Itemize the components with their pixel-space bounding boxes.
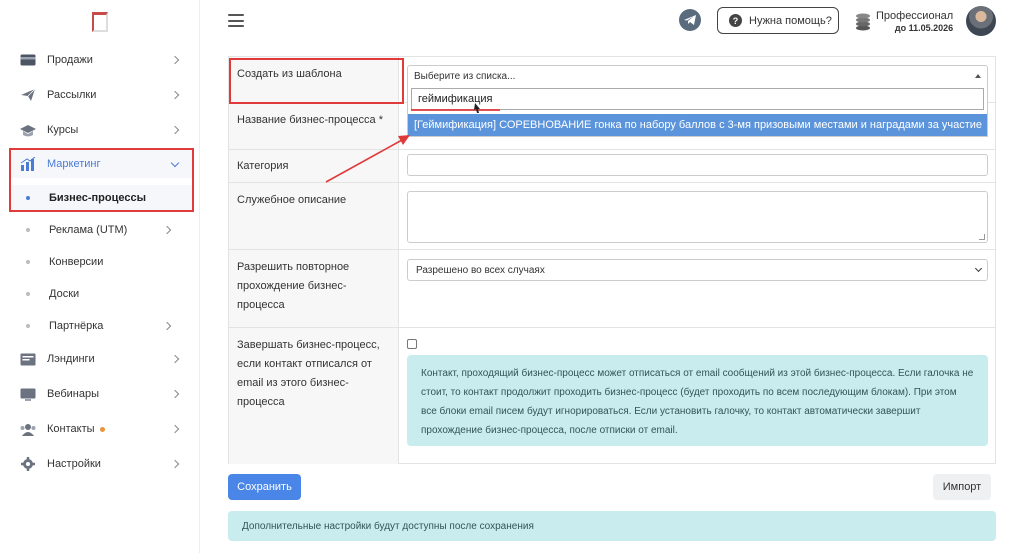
form-row-repeat: Разрешить повторное прохождение бизнес-п…: [229, 250, 995, 328]
sidebar-subitem-conversions[interactable]: Конверсии: [10, 249, 192, 275]
finish-checkbox[interactable]: [407, 339, 417, 349]
telegram-icon[interactable]: [679, 9, 701, 31]
chevron-right-icon: [170, 389, 180, 399]
sidebar-item-courses[interactable]: Курсы: [10, 116, 192, 144]
annotation-highlight-template: [229, 58, 404, 104]
sidebar: Продажи Рассылки Курсы Маркетинг Бизнес-…: [0, 0, 200, 553]
coins-icon: [856, 13, 870, 31]
template-select[interactable]: Выберите из списка...: [407, 65, 988, 87]
sidebar-item-label: Вебинары: [47, 388, 99, 400]
template-option[interactable]: [Геймификация] СОРЕВНОВАНИЕ гонка по наб…: [408, 114, 987, 136]
gear-icon: [20, 457, 36, 471]
sidebar-item-sales[interactable]: Продажи: [10, 46, 192, 74]
chevron-right-icon: [162, 321, 172, 331]
sidebar-item-settings[interactable]: Настройки: [10, 450, 192, 478]
landing-icon: [20, 352, 36, 366]
info-notice: Дополнительные настройки будут доступны …: [228, 511, 996, 541]
template-dropdown: геймификация [Геймификация] СОРЕВНОВАНИЕ…: [407, 85, 988, 137]
name-label: Название бизнес-процесса *: [237, 114, 383, 126]
import-button[interactable]: Импорт: [933, 474, 991, 500]
category-input[interactable]: [407, 154, 988, 176]
form-row-description: Служебное описание: [229, 183, 995, 250]
sidebar-item-label: Настройки: [47, 458, 101, 470]
chevron-right-icon: [170, 424, 180, 434]
business-process-form: Создать из шаблона Название бизнес-проце…: [228, 56, 996, 464]
chevron-right-icon: [170, 55, 180, 65]
sidebar-item-label: Продажи: [47, 54, 93, 66]
help-button[interactable]: ? Нужна помощь?: [717, 7, 839, 34]
bullet-icon: [26, 324, 30, 328]
bullet-icon: [26, 260, 30, 264]
bullet-icon: [26, 292, 30, 296]
card-icon: [20, 53, 36, 67]
template-search-input[interactable]: геймификация: [411, 88, 984, 110]
bullet-icon: [26, 228, 30, 232]
sidebar-subitem-label: Доски: [49, 288, 80, 300]
notification-dot: [99, 426, 105, 432]
help-button-label: Нужна помощь?: [749, 14, 832, 27]
sidebar-subitem-label: Партнёрка: [49, 320, 104, 332]
question-icon: ?: [729, 14, 742, 27]
plan-until: до 11.05.2026: [894, 23, 954, 33]
form-row-finish: Завершать бизнес-процесс, если контакт о…: [229, 328, 995, 464]
avatar[interactable]: [966, 6, 996, 36]
webinar-icon: [20, 387, 36, 401]
plan-info[interactable]: Профессионал до 11.05.2026: [855, 10, 953, 34]
sidebar-item-label: Курсы: [47, 124, 79, 136]
sidebar-item-contacts[interactable]: Контакты: [10, 415, 192, 443]
graduation-cap-icon: [20, 123, 36, 137]
repeat-select[interactable]: Разрешено во всех случаях: [407, 259, 988, 281]
description-label: Служебное описание: [237, 194, 347, 206]
repeat-label: Разрешить повторное прохождение бизнес-п…: [237, 261, 350, 311]
sidebar-item-landings[interactable]: Лэндинги: [10, 345, 192, 373]
chevron-right-icon: [170, 125, 180, 135]
paper-plane-icon: [20, 88, 36, 102]
form-row-category: Категория: [229, 150, 995, 183]
app-logo[interactable]: [92, 12, 108, 32]
sidebar-subitem-utm[interactable]: Реклама (UTM): [10, 217, 192, 243]
annotation-highlight-marketing: [9, 148, 194, 212]
chevron-right-icon: [170, 90, 180, 100]
chevron-right-icon: [162, 225, 172, 235]
sidebar-item-webinars[interactable]: Вебинары: [10, 380, 192, 408]
sidebar-subitem-label: Конверсии: [49, 256, 104, 268]
repeat-select-value: Разрешено во всех случаях: [416, 264, 545, 276]
finish-info: Контакт, проходящий бизнес-процесс может…: [407, 355, 988, 446]
category-label: Категория: [237, 160, 289, 172]
plan-name: Профессионал: [876, 10, 954, 22]
sidebar-subitem-partners[interactable]: Партнёрка: [10, 313, 192, 339]
sidebar-item-label: Рассылки: [47, 89, 97, 101]
template-select-placeholder: Выберите из списка...: [414, 70, 516, 82]
resize-handle-icon[interactable]: [979, 234, 985, 240]
chevron-right-icon: [170, 354, 180, 364]
caret-up-icon: [975, 74, 981, 78]
sidebar-item-mailings[interactable]: Рассылки: [10, 81, 192, 109]
menu-toggle-icon[interactable]: [228, 14, 244, 27]
description-textarea[interactable]: [407, 191, 988, 243]
save-button[interactable]: Сохранить: [228, 474, 301, 500]
chevron-down-icon: [974, 264, 983, 273]
sidebar-item-label: Лэндинги: [47, 353, 95, 365]
users-icon: [20, 422, 36, 436]
sidebar-subitem-boards[interactable]: Доски: [10, 281, 192, 307]
sidebar-item-label: Контакты: [47, 423, 172, 435]
finish-label: Завершать бизнес-процесс, если контакт о…: [237, 339, 380, 408]
sidebar-subitem-label: Реклама (UTM): [49, 224, 128, 236]
chevron-right-icon: [170, 459, 180, 469]
